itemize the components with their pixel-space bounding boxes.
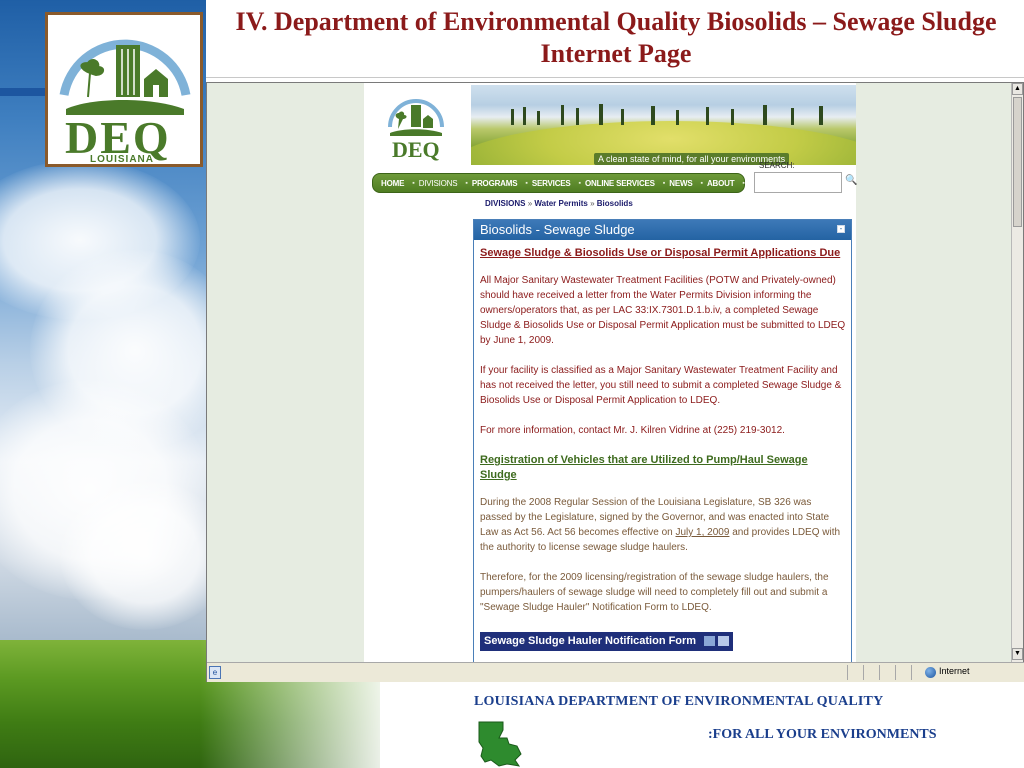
paragraph: During the 2008 Regular Session of the L… <box>480 495 846 555</box>
slide-title: IV. Department of Environmental Quality … <box>235 7 997 68</box>
globe-icon <box>925 667 936 678</box>
collapse-icon[interactable]: - <box>837 225 845 233</box>
breadcrumb-biosolids[interactable]: Biosolids <box>597 199 633 208</box>
nav-separator: ▪ <box>578 179 582 187</box>
deq-logo: DEQ LOUISIANA <box>45 12 203 167</box>
breadcrumb-water-permits[interactable]: Water Permits <box>534 199 588 208</box>
web-deq-logo[interactable]: DEQ <box>384 91 448 165</box>
status-segment <box>895 665 910 680</box>
status-segment <box>911 665 926 680</box>
nav-programs[interactable]: PROGRAMS <box>472 179 518 188</box>
panel-body: Sewage Sludge & Biosolids Use or Disposa… <box>480 246 846 651</box>
search-label: SEARCH: <box>759 161 795 170</box>
status-bar: e Internet <box>207 662 1024 682</box>
browser-viewport[interactable]: DEQ A clean state of mind, for all your … <box>207 83 1012 662</box>
title-divider <box>206 77 1024 78</box>
paragraph: All Major Sanitary Wastewater Treatment … <box>480 275 846 346</box>
svg-text:DEQ: DEQ <box>392 137 440 162</box>
search-input[interactable] <box>754 172 842 193</box>
footer-tagline: :FOR ALL YOUR ENVIRONMENTS <box>708 727 937 742</box>
scroll-up-arrow[interactable]: ▲ <box>1012 83 1023 95</box>
nav-separator: ▪ <box>662 179 666 187</box>
browser-window: DEQ A clean state of mind, for all your … <box>206 82 1024 682</box>
paragraph: Therefore, for the 2009 licensing/regist… <box>480 572 829 613</box>
security-zone: Internet <box>939 666 970 676</box>
vertical-scrollbar[interactable]: ▲ ▼ <box>1011 83 1023 662</box>
banner-image: A clean state of mind, for all your envi… <box>471 85 856 165</box>
page-icon: e <box>209 666 221 679</box>
hauler-notification-form-link[interactable]: Sewage Sludge Hauler Notification Form <box>480 632 734 651</box>
breadcrumb-separator: » <box>590 199 597 208</box>
web-page: DEQ A clean state of mind, for all your … <box>364 83 857 662</box>
nav-news[interactable]: NEWS <box>669 179 692 188</box>
content-panel: Biosolids - Sewage Sludge - Sewage Sludg… <box>473 219 852 662</box>
logo-subtext: LOUISIANA <box>90 154 154 165</box>
web-header: DEQ A clean state of mind, for all your … <box>364 83 856 175</box>
panel-header: Biosolids - Sewage Sludge - <box>474 220 851 240</box>
nav-home[interactable]: HOME <box>381 179 404 188</box>
nav-separator: ▪ <box>742 179 745 187</box>
status-segment <box>879 665 894 680</box>
status-segment <box>863 665 878 680</box>
form-bar-label: Sewage Sludge Hauler Notification Form <box>484 635 697 647</box>
paragraph: If your facility is classified as a Majo… <box>480 365 842 406</box>
effective-date-link[interactable]: July 1, 2009 <box>676 527 730 538</box>
nav-services[interactable]: SERVICES <box>532 179 571 188</box>
contact-paragraph: For more information, contact Mr. J. Kil… <box>480 425 785 436</box>
status-segment <box>847 665 862 680</box>
banner-trees <box>511 104 823 125</box>
nav-divisions[interactable]: DIVISIONS <box>419 179 458 188</box>
nav-separator: ▪ <box>412 179 415 187</box>
document-icon[interactable] <box>704 636 716 647</box>
louisiana-state-icon <box>478 721 522 767</box>
nav-about[interactable]: ABOUT <box>707 179 735 188</box>
footer-organization: LOUISIANA DEPARTMENT OF ENVIRONMENTAL QU… <box>474 694 884 709</box>
nav-separator: ▪ <box>525 179 528 187</box>
nav-separator: ▪ <box>700 179 703 187</box>
vehicle-registration-heading[interactable]: Registration of Vehicles that are Utiliz… <box>480 453 846 483</box>
breadcrumb: DIVISIONS » Water Permits » Biosolids <box>485 199 633 208</box>
cloud <box>60 480 230 630</box>
nav-separator: ▪ <box>465 179 468 187</box>
panel-title: Biosolids - Sewage Sludge <box>480 222 635 237</box>
breadcrumb-divisions[interactable]: DIVISIONS <box>485 199 525 208</box>
accent-stripe <box>0 88 50 96</box>
scroll-down-arrow[interactable]: ▼ <box>1012 648 1023 660</box>
nav-online-services[interactable]: ONLINE SERVICES <box>585 179 655 188</box>
permit-applications-heading[interactable]: Sewage Sludge & Biosolids Use or Disposa… <box>480 246 846 261</box>
scrollbar-thumb[interactable] <box>1013 97 1022 227</box>
main-nav: HOME ▪ DIVISIONS ▪ PROGRAMS ▪ SERVICES ▪… <box>372 173 745 193</box>
search-icon[interactable]: 🔍 <box>845 175 857 187</box>
document-icon[interactable] <box>718 636 730 647</box>
